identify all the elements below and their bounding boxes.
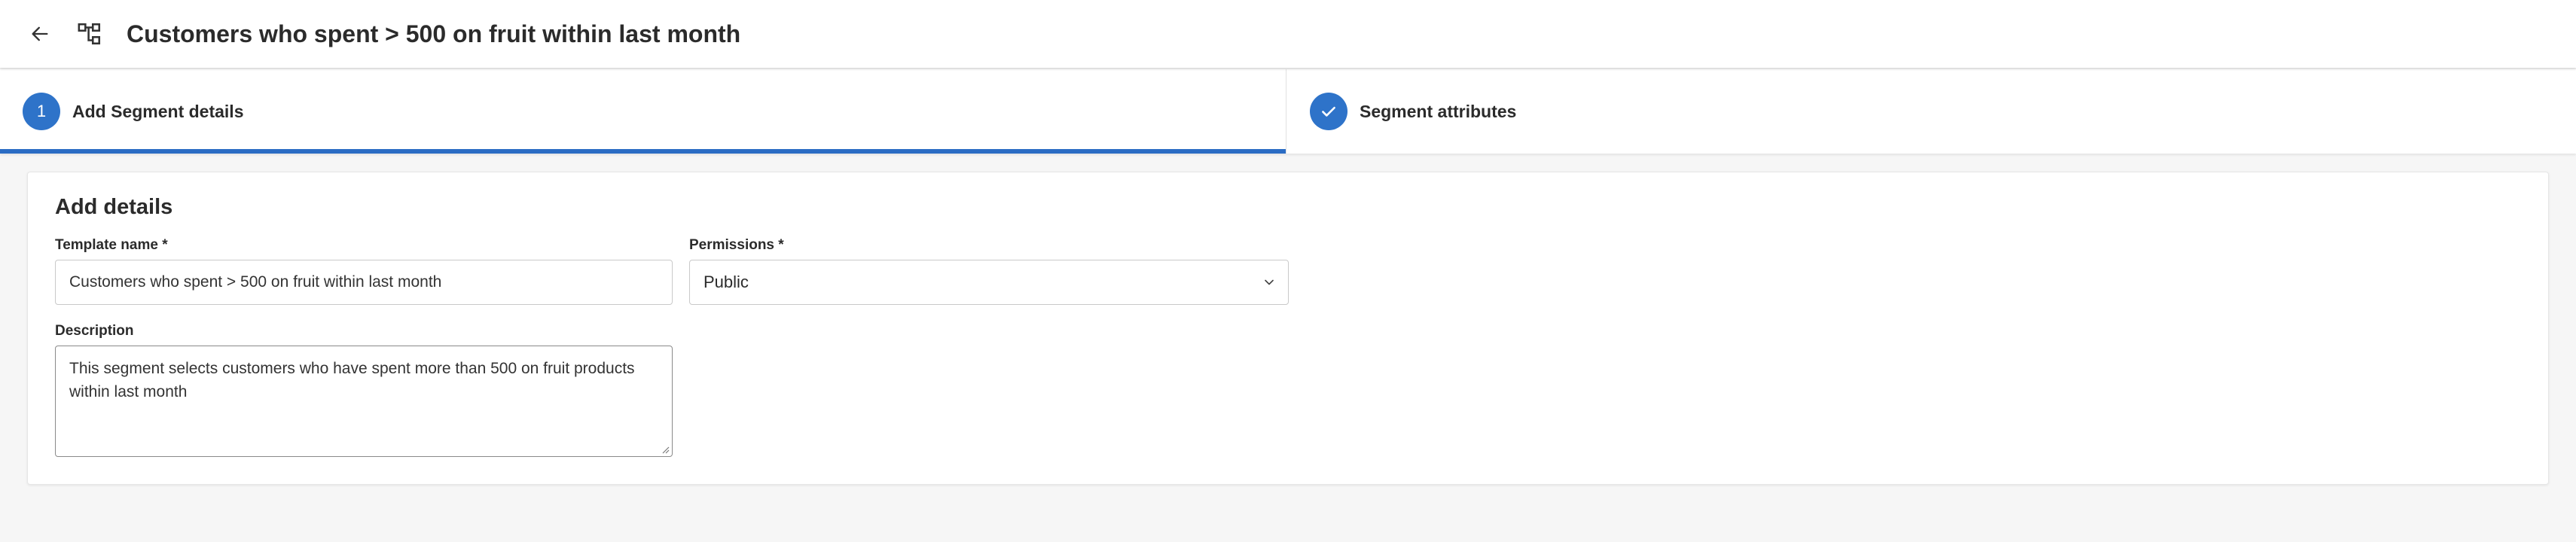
step-add-segment-details[interactable]: 1 Add Segment details [0,69,1286,154]
template-name-input[interactable] [55,260,673,305]
chevron-down-icon [1261,274,1277,291]
permissions-label: Permissions * [689,237,784,253]
resize-handle-icon[interactable] [661,445,670,454]
wizard-stepper: 1 Add Segment details Segment attributes [0,69,2576,154]
step-label: Add Segment details [72,101,244,121]
hierarchy-icon [78,23,101,45]
page-title: Customers who spent > 500 on fruit withi… [127,20,741,47]
permissions-select[interactable]: Public [689,260,1289,305]
step-label: Segment attributes [1360,101,1517,121]
description-textarea[interactable]: This segment selects customers who have … [55,346,673,457]
details-card: Add details Template name * Permissions … [27,172,2549,485]
arrow-left-icon [32,26,48,41]
back-button[interactable] [23,17,57,50]
segment-type-indicator [72,17,107,51]
template-name-label: Template name * [55,237,168,253]
section-title: Add details [55,195,173,219]
permissions-selected-value: Public [704,273,749,291]
app-header: Customers who spent > 500 on fruit withi… [0,0,2576,68]
step-completed-badge [1310,93,1348,130]
active-step-indicator [0,149,1286,154]
step-number-badge: 1 [23,93,60,130]
description-label: Description [55,323,134,339]
step-segment-attributes[interactable]: Segment attributes [1287,69,2576,154]
check-icon [1322,106,1335,117]
